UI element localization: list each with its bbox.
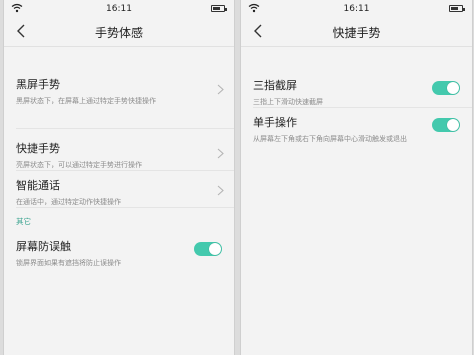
three-finger-screenshot-toggle[interactable]	[432, 81, 460, 95]
item-subtitle: 在通话中，通过特定动作快捷操作	[16, 198, 121, 206]
divider	[16, 207, 234, 208]
battery-icon	[211, 5, 227, 12]
item-subtitle: 三指上下滑动快速截屏	[253, 98, 323, 106]
chevron-right-icon	[217, 84, 224, 95]
list-item-three-finger-screenshot: 三指截屏 三指上下滑动快速截屏	[253, 77, 472, 107]
section-header-other: 其它	[16, 217, 31, 226]
app-header: 手势体感	[4, 18, 234, 46]
chevron-right-icon	[217, 185, 224, 196]
left-phone-screen: 16:11 手势体感 黑屏手势 黑屏状态下，在屏幕上通过特定手势快捷操作 快捷手…	[3, 0, 235, 355]
page-title: 手势体感	[94, 26, 143, 40]
status-time: 16:11	[343, 4, 370, 14]
list-item-quick-gesture[interactable]: 快捷手势 亮屏状态下，可以通过特定手势进行操作	[16, 140, 234, 170]
item-title: 快捷手势	[16, 142, 60, 155]
item-subtitle: 锁屏界面如果有遮挡将防止误操作	[16, 259, 121, 267]
header-divider	[4, 46, 234, 47]
anti-mistouch-toggle[interactable]	[194, 242, 222, 256]
right-phone-screen: 16:11 快捷手势 三指截屏 三指上下滑动快速截屏 单手操作 从屏幕左下角或右…	[240, 0, 473, 355]
item-subtitle: 黑屏状态下，在屏幕上通过特定手势快捷操作	[16, 97, 156, 105]
header-divider	[241, 46, 472, 47]
list-item-one-hand-mode: 单手操作 从屏幕左下角或右下角向屏幕中心滑动触发或退出	[253, 114, 472, 144]
item-subtitle: 亮屏状态下，可以通过特定手势进行操作	[16, 161, 142, 169]
item-title: 黑屏手势	[16, 78, 60, 91]
app-header: 快捷手势	[241, 18, 472, 46]
item-title: 智能通话	[16, 179, 60, 192]
battery-icon	[449, 5, 465, 12]
chevron-right-icon	[217, 148, 224, 159]
list-item-smart-call[interactable]: 智能通话 在通话中，通过特定动作快捷操作	[16, 177, 234, 207]
one-hand-mode-toggle[interactable]	[432, 118, 460, 132]
item-subtitle: 从屏幕左下角或右下角向屏幕中心滑动触发或退出	[253, 135, 407, 143]
status-bar: 16:11	[4, 0, 234, 18]
divider	[253, 107, 472, 108]
divider	[16, 170, 234, 171]
divider	[16, 128, 234, 129]
list-item-screen-anti-mistouch: 屏幕防误触 锁屏界面如果有遮挡将防止误操作	[16, 238, 234, 268]
status-time: 16:11	[106, 4, 132, 14]
list-item-black-screen-gesture[interactable]: 黑屏手势 黑屏状态下，在屏幕上通过特定手势快捷操作	[16, 76, 234, 106]
status-bar: 16:11	[241, 0, 472, 18]
page-title: 快捷手势	[332, 26, 381, 40]
